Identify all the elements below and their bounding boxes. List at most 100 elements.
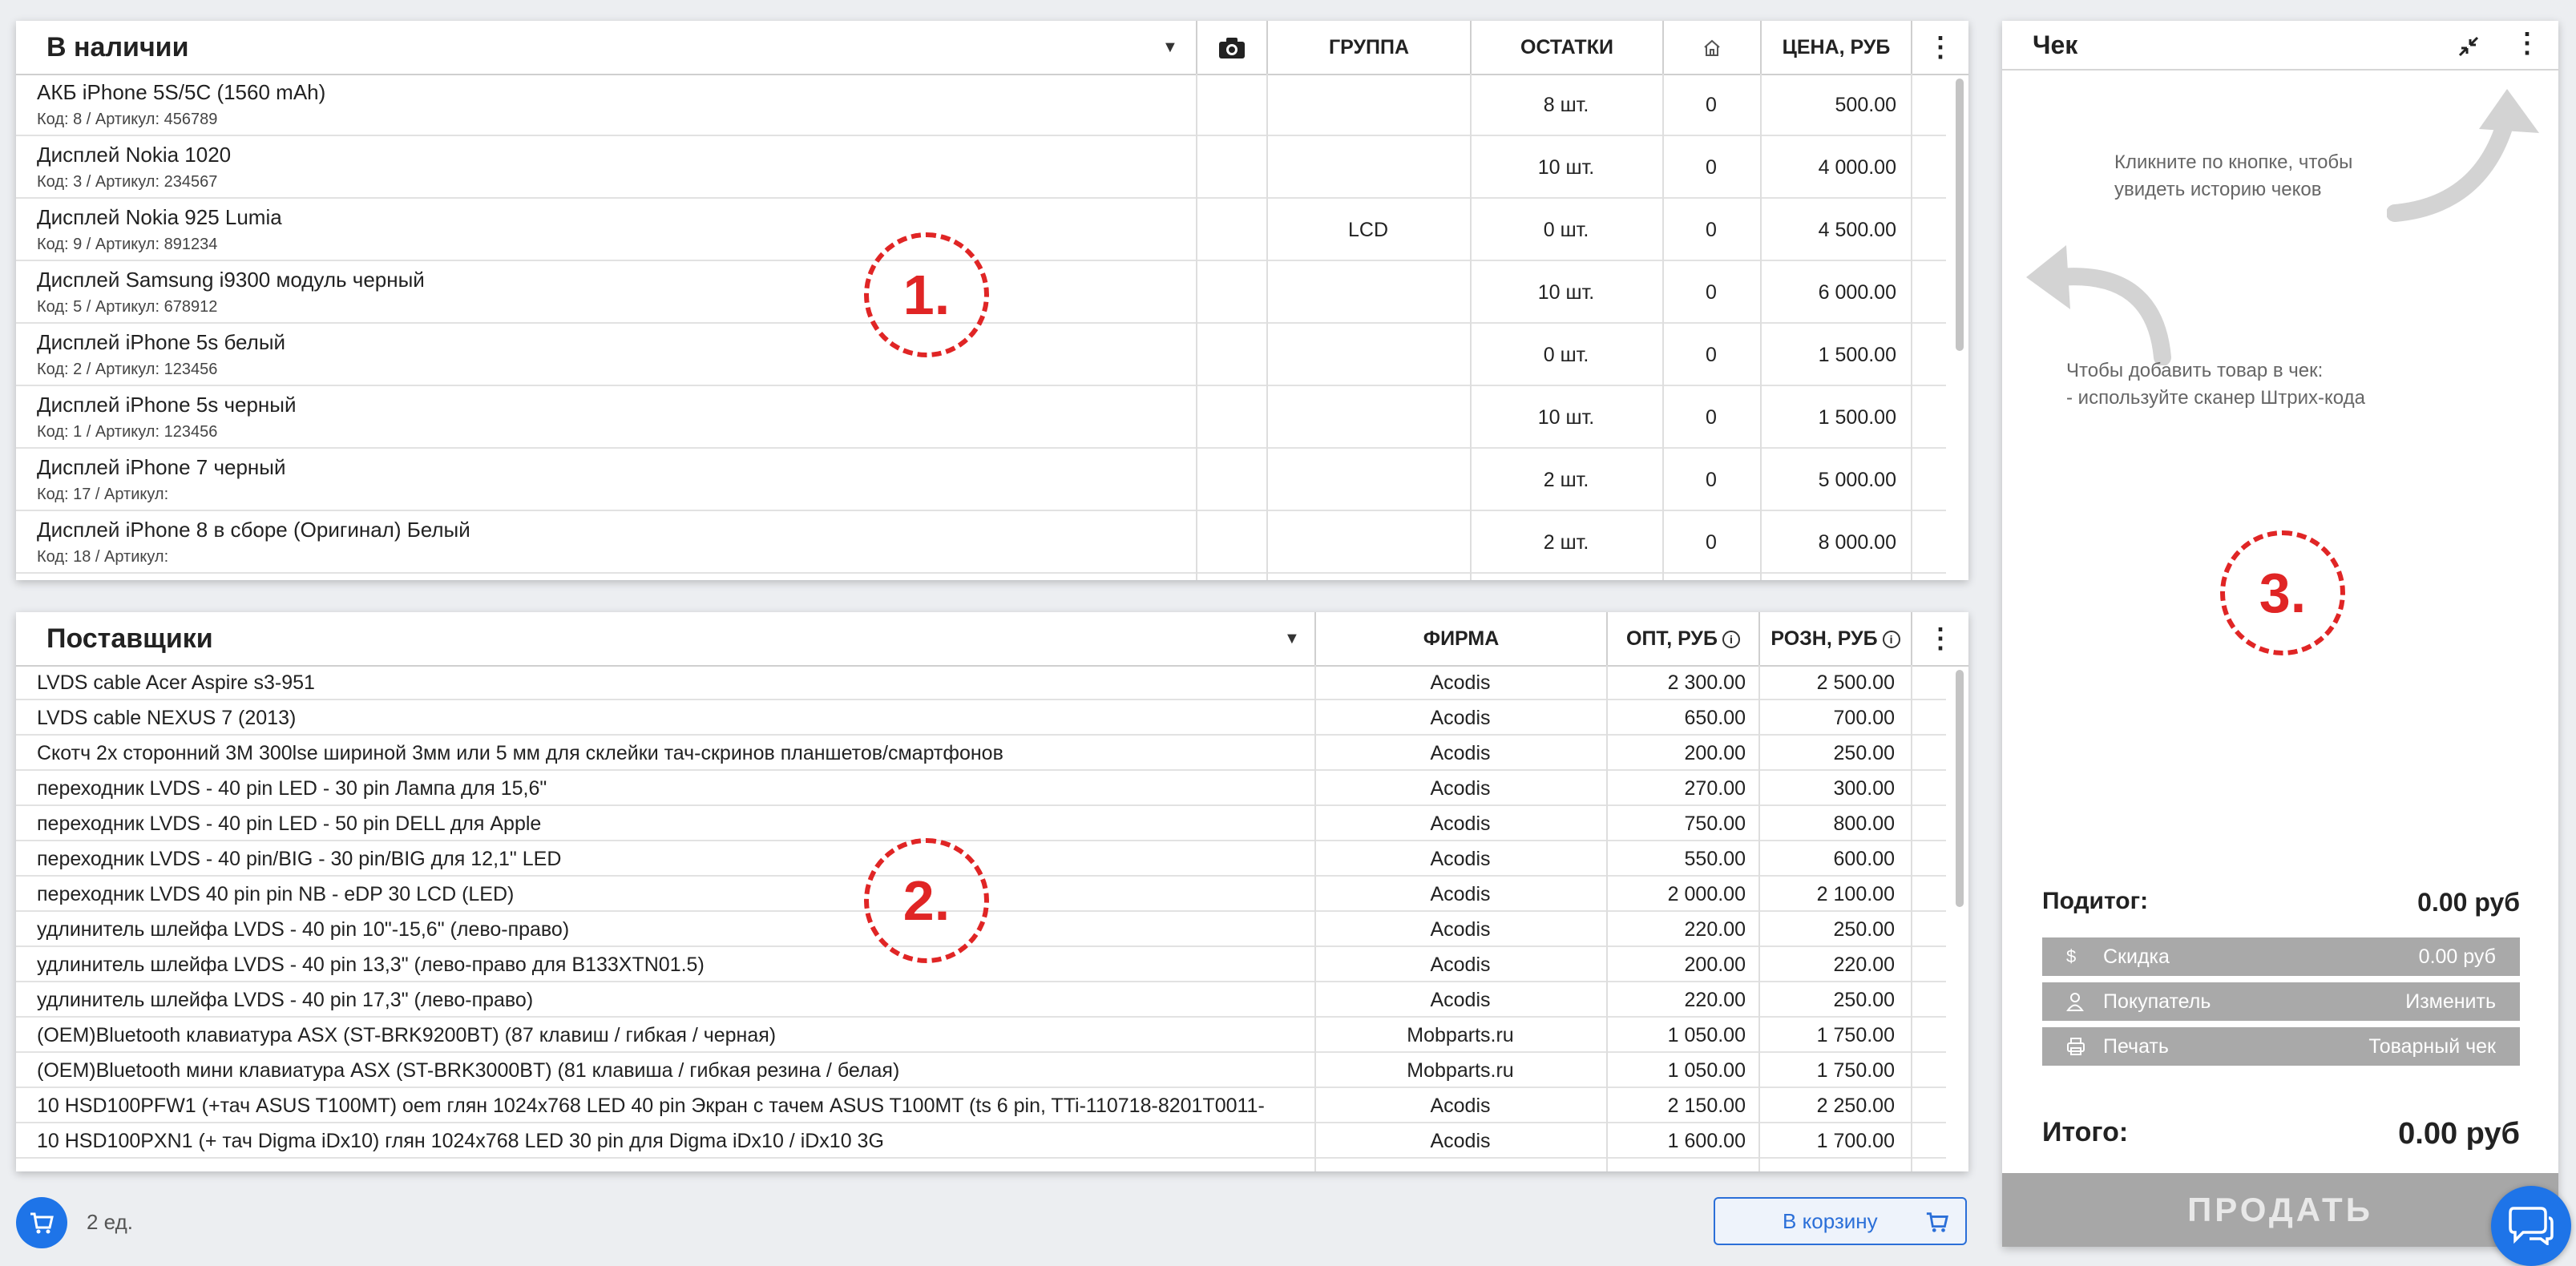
arrow-to-history-icon [2387,89,2539,222]
print-label: Печать [2103,1035,2169,1058]
stock-row[interactable]: Дисплей Nokia 925 Lumia Код: 9 / Артикул:… [16,199,1946,261]
column-header-remains[interactable]: ОСТАТКИ [1470,21,1662,74]
chat-icon [2509,1207,2554,1245]
supplier-row[interactable]: Скотч 2х сторонний 3М 300lse шириной 3мм… [16,736,1946,771]
cart-button[interactable] [16,1197,67,1248]
supplier-row[interactable]: 10 HSD100PXN1 (+ тач Digma iDx10) глян 1… [16,1123,1946,1159]
product-price: 1 500.00 [1818,406,1896,429]
stock-row[interactable]: Дисплей iPhone 5s черный Код: 1 / Артикул… [16,386,1946,449]
supplier-wholesale-price: 750.00 [1684,812,1746,835]
column-header-retail[interactable]: РОЗН, РУБ i [1758,612,1911,665]
supplier-retail-price: 2 100.00 [1816,883,1895,905]
supplier-retail-price: 2 250.00 [1816,1095,1895,1117]
discount-row[interactable]: $ Скидка 0.00 руб [2042,937,2520,976]
warehouse-column-header[interactable] [1662,21,1760,74]
more-vertical-icon[interactable]: ⋮ [1911,21,1968,74]
supplier-wholesale-price: 220.00 [1684,918,1746,941]
supplier-row[interactable]: переходник LVDS - 40 pin LED - 30 pin Ла… [16,771,1946,806]
product-price: 500.00 [1835,94,1896,116]
supplier-firm: Acodis [1430,707,1491,729]
product-price: 6 000.00 [1818,281,1896,304]
chevron-down-icon[interactable]: ▼ [1162,21,1178,74]
stock-row[interactable]: Дисплей iPhone 7 черный Код: 17 / Артикул… [16,449,1946,511]
camera-column-header [1196,21,1266,74]
camera-icon [1219,38,1245,59]
product-code: Код: 1 / Артикул: 123456 [37,423,218,441]
info-icon[interactable]: i [1882,631,1900,649]
supplier-row[interactable]: (OEM)Bluetooth клавиатура ASX (ST-BRK920… [16,1018,1946,1053]
collapse-icon[interactable] [2457,35,2480,58]
product-code: Код: 2 / Артикул: 123456 [37,361,218,378]
product-warehouse-qty: 0 [1706,156,1717,179]
column-header-firm[interactable]: ФИРМА [1314,612,1606,665]
column-header-price[interactable]: ЦЕНА, РУБ [1760,21,1911,74]
supplier-item-name: LVDS cable NEXUS 7 (2013) [37,707,297,729]
supplier-item-name: удлинитель шлейфа LVDS - 40 pin 13,3" (л… [37,954,705,976]
product-name: Дисплей iPhone 8 в сборе (Оригинал) Белы… [37,518,470,542]
column-header-group[interactable]: ГРУППА [1266,21,1470,74]
info-icon[interactable]: i [1722,631,1740,649]
supplier-item-name: удлинитель шлейфа LVDS - 40 pin 10"-15,6… [37,918,570,941]
sell-button[interactable]: ПРОДАТЬ [2002,1173,2558,1247]
buyer-label: Покупатель [2103,990,2211,1013]
stock-title: В наличии [46,32,189,62]
suppliers-scrollbar[interactable] [1956,670,1964,907]
supplier-retail-price: 1 750.00 [1816,1024,1895,1046]
supplier-firm: Acodis [1430,848,1491,870]
supplier-row[interactable]: (OEM)Bluetooth мини клавиатура ASX (ST-B… [16,1053,1946,1088]
supplier-row[interactable]: 10 HSD100PFW1 (+тач ASUS T100MT) oem гля… [16,1088,1946,1123]
supplier-item-name: переходник LVDS - 40 pin/BIG - 30 pin/BI… [37,848,562,870]
supplier-row[interactable]: переходник LVDS - 40 pin LED - 50 pin DE… [16,806,1946,841]
supplier-wholesale-price: 2 150.00 [1667,1095,1746,1117]
supplier-retail-price: 300.00 [1833,777,1895,800]
supplier-row[interactable]: LVDS cable Acer Aspire s3-951 Acodis 2 300… [16,665,1946,700]
supplier-firm: Acodis [1430,671,1491,694]
print-row[interactable]: Печать Товарный чек [2042,1027,2520,1066]
supplier-item-name: переходник LVDS - 40 pin LED - 30 pin Ла… [37,777,547,800]
product-warehouse-qty: 0 [1706,94,1717,116]
supplier-retail-price: 2 500.00 [1816,671,1895,694]
supplier-row[interactable]: удлинитель шлейфа LVDS - 40 pin 13,3" (л… [16,947,1946,982]
more-vertical-icon[interactable]: ⋮ [1911,612,1968,665]
product-warehouse-qty: 0 [1706,406,1717,429]
supplier-retail-price: 1 700.00 [1816,1130,1895,1152]
buyer-row[interactable]: Покупатель Изменить [2042,982,2520,1021]
supplier-item-name: переходник LVDS - 40 pin LED - 50 pin DE… [37,812,542,835]
product-warehouse-qty: 0 [1706,344,1717,366]
buyer-change-link[interactable]: Изменить [2405,982,2496,1021]
product-remains: 10 шт. [1537,281,1595,304]
supplier-firm: Acodis [1430,777,1491,800]
supplier-item-name: переходник LVDS 40 pin pin NB - eDP 30 L… [37,883,515,905]
product-price: 1 500.00 [1818,344,1896,366]
cart-icon [1926,1212,1948,1232]
supplier-firm: Mobparts.ru [1407,1059,1514,1082]
supplier-wholesale-price: 200.00 [1684,954,1746,976]
chat-button[interactable] [2491,1186,2571,1266]
home-icon [1704,40,1720,57]
supplier-retail-price: 220.00 [1833,954,1895,976]
print-type-select[interactable]: Товарный чек [2368,1027,2496,1066]
column-header-wholesale[interactable]: ОПТ, РУБ i [1606,612,1758,665]
supplier-row[interactable]: удлинитель шлейфа LVDS - 40 pin 17,3" (л… [16,982,1946,1018]
chevron-down-icon[interactable]: ▼ [1284,612,1300,665]
supplier-item-name: (OEM)Bluetooth мини клавиатура ASX (ST-B… [37,1059,900,1082]
stock-scrollbar[interactable] [1956,79,1964,351]
product-name: Дисплей iPhone 5s черный [37,393,297,417]
stock-row[interactable]: АКБ iPhone 5S/5C (1560 mAh) Код: 8 / Арти… [16,74,1946,136]
product-name: Дисплей iPhone 7 черный [37,455,286,479]
stock-row[interactable]: Дисплей Nokia 1020 Код: 3 / Артикул: 2345… [16,136,1946,199]
stock-row[interactable]: Дисплей iPhone 8 в сборе (Оригинал) Белы… [16,511,1946,574]
supplier-wholesale-price: 1 050.00 [1667,1059,1746,1082]
product-code: Код: 8 / Артикул: 456789 [37,111,218,128]
stock-row[interactable]: Дисплей iPhone 5s белый Код: 2 / Артикул:… [16,324,1946,386]
supplier-row[interactable]: LVDS cable NEXUS 7 (2013) Acodis 650.00 700… [16,700,1946,736]
product-remains: 0 шт. [1543,344,1589,366]
supplier-item-name: Скотч 2х сторонний 3М 300lse шириной 3мм… [37,742,1003,764]
annotation-marker-3: 3. [2220,530,2345,655]
more-vertical-icon[interactable]: ⋮ [2513,21,2541,66]
supplier-firm: Acodis [1430,742,1491,764]
product-price: 5 000.00 [1818,469,1896,491]
to-cart-button[interactable]: В корзину [1714,1197,1967,1245]
supplier-firm: Acodis [1430,812,1491,835]
total-label: Итого: [2042,1117,2129,1147]
